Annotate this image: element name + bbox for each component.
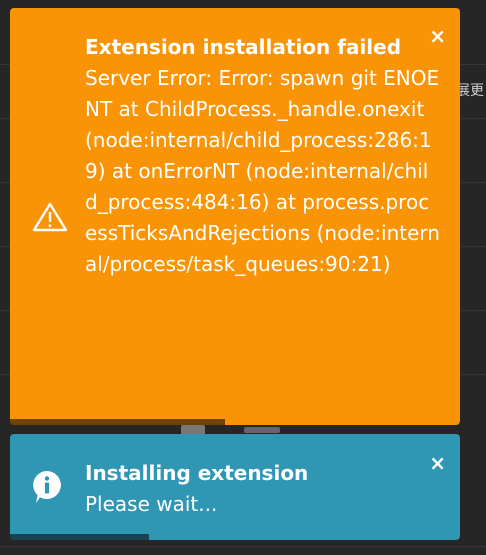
toast-message: Please wait... [85,492,218,516]
background-partial-text: 展更 [456,83,484,99]
toast-title: Extension installation failed [85,35,402,59]
toast-progress-bar [10,419,225,425]
close-icon[interactable]: × [429,26,446,46]
toast-content: Extension installation failed Server Err… [85,32,440,280]
warning-icon [32,202,68,236]
toast-title: Installing extension [85,461,309,485]
background-divider [0,546,486,547]
toast-progress-bar [10,534,149,540]
background-text-stub [244,427,280,433]
info-icon [32,470,62,508]
info-toast[interactable]: Installing extension Please wait... × [10,434,460,540]
close-icon[interactable]: × [429,453,446,473]
toast-content: Installing extension Please wait... [85,458,440,520]
error-toast[interactable]: Extension installation failed Server Err… [10,8,460,425]
toast-message: Server Error: Error: spawn git ENOENT at… [85,66,440,276]
